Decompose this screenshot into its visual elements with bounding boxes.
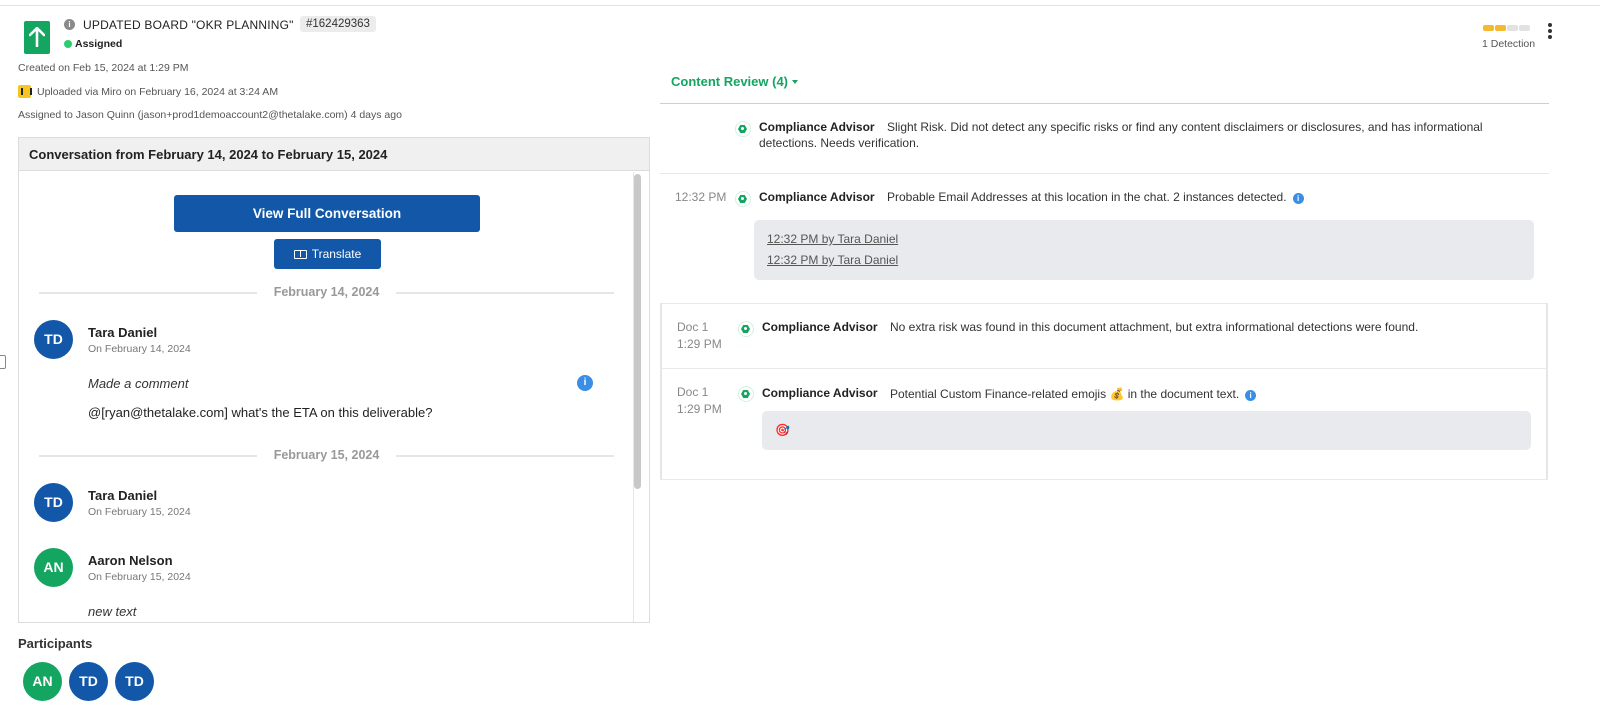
avatar: TD <box>34 483 73 522</box>
upload-arrow-icon <box>24 21 50 54</box>
uploaded-meta: Uploaded via Miro on February 16, 2024 a… <box>18 85 278 98</box>
participants-label: Participants <box>18 636 93 651</box>
advisor-label: Compliance Advisor <box>762 386 878 400</box>
author-name: Tara Daniel <box>88 488 158 503</box>
target-emoji: 🎯 <box>775 423 790 437</box>
participant-avatar[interactable]: AN <box>23 662 62 701</box>
created-meta: Created on Feb 15, 2024 at 1:29 PM <box>18 62 189 74</box>
content-review-label: Content Review (4) <box>671 74 789 89</box>
assigned-meta: Assigned to Jason Quinn (jason+prod1demo… <box>18 109 402 121</box>
group-border-right <box>1546 303 1548 479</box>
date-divider: February 15, 2024 <box>39 448 614 464</box>
detection-segment <box>1483 25 1494 31</box>
review-text: Probable Email Addresses at this locatio… <box>887 189 1304 205</box>
message-date: On February 15, 2024 <box>88 506 191 518</box>
detection-segment <box>1507 25 1518 31</box>
detection-meter <box>1483 25 1531 31</box>
detail-box <box>762 411 1531 450</box>
info-icon[interactable]: i <box>1292 193 1304 204</box>
info-icon[interactable]: i <box>1245 390 1257 401</box>
avatar: AN <box>34 548 73 587</box>
detail-box <box>754 220 1534 280</box>
date-divider-label: February 14, 2024 <box>273 285 380 299</box>
page-title: UPDATED BOARD "OKR PLANNING" <box>83 18 294 32</box>
conversation-heading: Conversation from February 14, 2024 to F… <box>19 138 649 171</box>
translate-button[interactable]: Translate <box>274 239 381 269</box>
advisor-label: Compliance Advisor <box>762 320 878 334</box>
message-date: On February 15, 2024 <box>88 571 191 583</box>
detection-segment <box>1519 25 1530 31</box>
author-name: Aaron Nelson <box>88 553 173 568</box>
more-menu-icon[interactable] <box>1546 23 1554 41</box>
conversation-body: View Full Conversation Translate Februar… <box>19 172 631 622</box>
advisor-label: Compliance Advisor <box>759 190 875 204</box>
divider <box>660 368 1548 369</box>
top-border <box>0 5 1600 6</box>
view-full-conversation-button[interactable]: View Full Conversation <box>174 195 480 232</box>
date-divider: February 14, 2024 <box>39 285 614 301</box>
status-badge: Assigned <box>64 38 122 50</box>
id-chip: #162429363 <box>300 16 376 32</box>
info-icon[interactable]: i <box>64 19 75 30</box>
message-action: Made a comment <box>88 376 189 391</box>
detection-count: 1 Detection <box>1482 38 1536 50</box>
divider <box>660 103 1549 104</box>
uploaded-text: Uploaded via Miro on February 16, 2024 a… <box>37 86 279 98</box>
message-date: On February 14, 2024 <box>88 343 191 355</box>
info-icon[interactable]: i <box>577 375 593 391</box>
review-time: 12:32 PM <box>675 190 727 204</box>
row-checkbox[interactable] <box>0 355 6 369</box>
review-time: Doc 1 1:29 PM <box>677 385 722 416</box>
translate-icon <box>293 250 307 259</box>
instance-link[interactable]: 12:32 PM by Tara Daniel <box>767 232 898 246</box>
status-label: Assigned <box>75 38 123 50</box>
translate-label: Translate <box>311 247 362 261</box>
review-text: Potential Custom Finance-related emojis … <box>890 386 1257 402</box>
date-divider-label: February 15, 2024 <box>273 448 380 462</box>
author-name: Tara Daniel <box>88 325 158 340</box>
miro-icon <box>18 85 32 98</box>
review-time: Doc 1 1:29 PM <box>677 320 722 351</box>
review-text: No extra risk was found in this document… <box>890 320 1419 334</box>
scrollbar-thumb[interactable] <box>634 174 641 489</box>
participant-avatar[interactable]: TD <box>115 662 154 701</box>
detection-segment <box>1495 25 1506 31</box>
content-review-dropdown[interactable]: Content Review (4) <box>671 74 799 89</box>
divider <box>660 173 1549 174</box>
review-text: Slight Risk. Did not detect any specific… <box>759 120 1483 150</box>
compliance-advisor-icon <box>735 191 751 207</box>
compliance-advisor-icon <box>738 321 754 337</box>
avatar: TD <box>34 320 73 359</box>
divider <box>660 303 1548 304</box>
money-bag-emoji: 💰 <box>1109 387 1125 401</box>
message-text: @[ryan@thetalake.com] what's the ETA on … <box>88 405 433 420</box>
conversation-panel: Conversation from February 14, 2024 to F… <box>18 137 650 623</box>
divider <box>660 479 1548 480</box>
message-action: new text <box>88 604 137 619</box>
scrollbar[interactable] <box>634 174 641 622</box>
compliance-advisor-icon <box>738 386 754 402</box>
status-dot-icon <box>64 40 72 48</box>
group-border-left <box>660 303 662 479</box>
compliance-advisor-icon <box>735 121 751 137</box>
caret-down-icon <box>792 80 799 84</box>
instance-link[interactable]: 12:32 PM by Tara Daniel <box>767 253 898 267</box>
review-text-content: Probable Email Addresses at this locatio… <box>887 190 1287 204</box>
participant-avatar[interactable]: TD <box>69 662 108 701</box>
